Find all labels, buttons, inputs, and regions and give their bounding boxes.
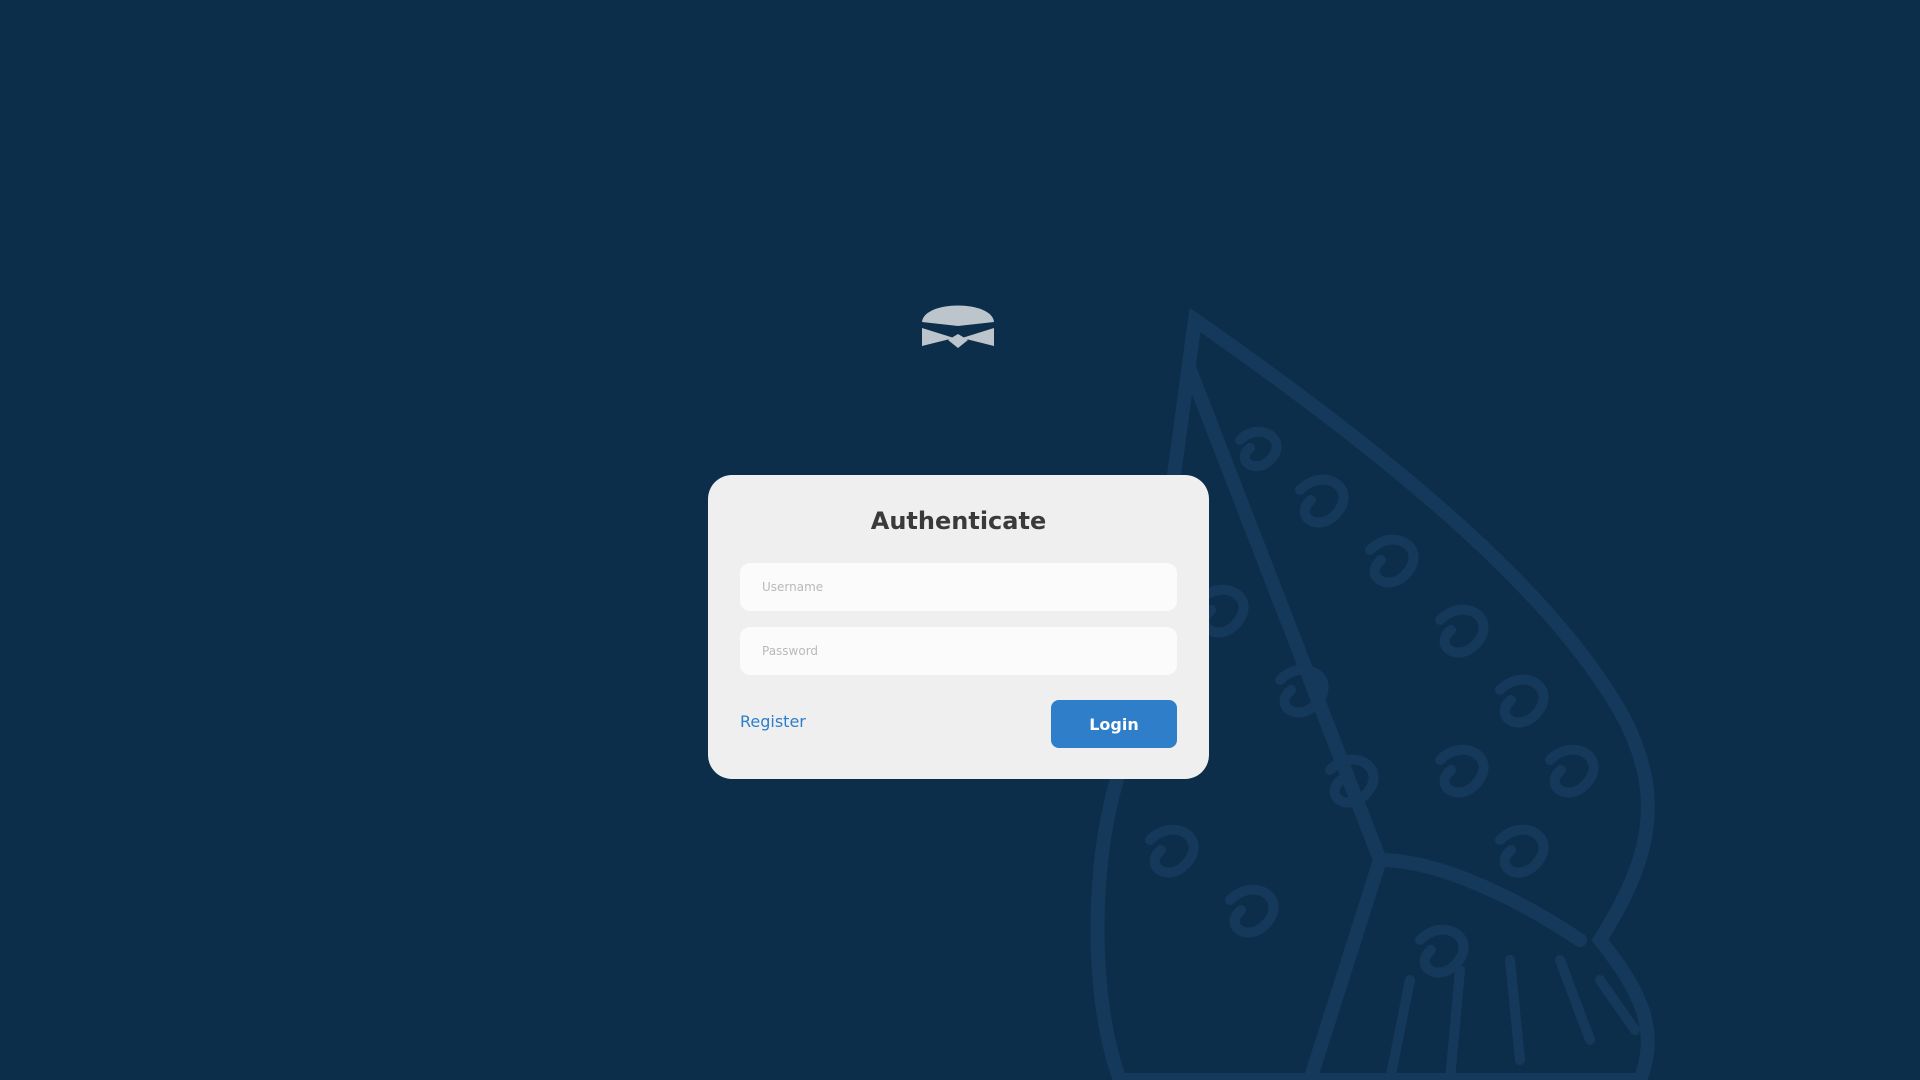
card-title: Authenticate [870,507,1047,535]
ninja-mask-logo [922,305,994,348]
login-card: Authenticate Register Login [708,475,1209,779]
username-input[interactable] [740,563,1177,611]
register-link[interactable]: Register [740,712,806,731]
login-button[interactable]: Login [1051,700,1177,748]
login-page: Authenticate Register Login [0,0,1920,1080]
password-input[interactable] [740,627,1177,675]
